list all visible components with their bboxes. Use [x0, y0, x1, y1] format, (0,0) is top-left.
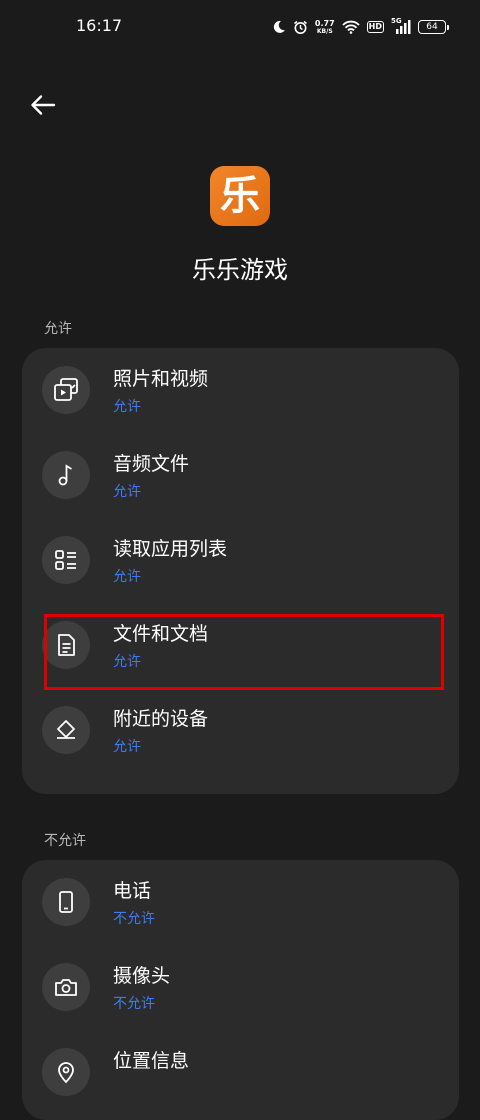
status-time: 16:17: [76, 16, 123, 35]
nearby-devices-icon: [42, 706, 90, 754]
highlight-box: [44, 614, 444, 690]
photo-video-icon: [42, 366, 90, 414]
permission-status: 允许: [113, 739, 141, 755]
permission-status: 允许: [113, 399, 141, 415]
status-icons: 0.77 KB/S HD 5G 64: [272, 16, 449, 38]
section-header-denied: 不允许: [44, 833, 86, 849]
permission-row-nearby-devices[interactable]: 附近的设备 允许: [22, 688, 459, 773]
permission-row-photos-videos[interactable]: 照片和视频 允许: [22, 348, 459, 433]
permission-row-audio[interactable]: 音频文件 允许: [22, 433, 459, 518]
hd-badge: HD: [366, 21, 384, 33]
app-name: 乐乐游戏: [192, 256, 288, 284]
permission-row-camera[interactable]: 摄像头 不允许: [22, 945, 459, 1030]
wifi-icon: [342, 20, 360, 34]
section-header-allowed: 允许: [44, 321, 72, 337]
signal-icon: 5G: [391, 17, 411, 34]
permission-title: 电话: [113, 880, 152, 902]
battery-indicator: 64: [418, 20, 449, 34]
permission-row-location[interactable]: 位置信息: [22, 1030, 459, 1115]
permission-title: 附近的设备: [113, 708, 209, 730]
permission-status: 允许: [113, 569, 141, 585]
permission-row-phone[interactable]: 电话 不允许: [22, 860, 459, 945]
app-list-icon: [42, 536, 90, 584]
permission-status: 不允许: [113, 996, 155, 1012]
phone-icon: [42, 878, 90, 926]
network-speed: 0.77 KB/S: [314, 18, 335, 35]
permission-title: 照片和视频: [113, 368, 209, 390]
app-icon: 乐: [210, 166, 270, 226]
permission-title: 音频文件: [113, 453, 190, 475]
location-icon: [42, 1048, 90, 1096]
alarm-icon: [293, 20, 307, 34]
permission-title: 摄像头: [113, 965, 171, 987]
permission-title: 读取应用列表: [113, 538, 228, 560]
denied-permissions-card: 电话 不允许 摄像头 不允许 位置信息: [22, 860, 459, 1120]
camera-icon: [42, 963, 90, 1011]
back-arrow-icon[interactable]: [28, 90, 58, 120]
music-note-icon: [42, 451, 90, 499]
permission-row-app-list[interactable]: 读取应用列表 允许: [22, 518, 459, 603]
permission-status: 允许: [113, 484, 141, 500]
permission-title: 位置信息: [113, 1050, 190, 1072]
allowed-permissions-card: 照片和视频 允许 音频文件 允许 读取应用列表 允许 文件和文档 允许 附近的设…: [22, 348, 459, 794]
permission-status: 不允许: [113, 911, 155, 927]
moon-icon: [273, 20, 285, 33]
